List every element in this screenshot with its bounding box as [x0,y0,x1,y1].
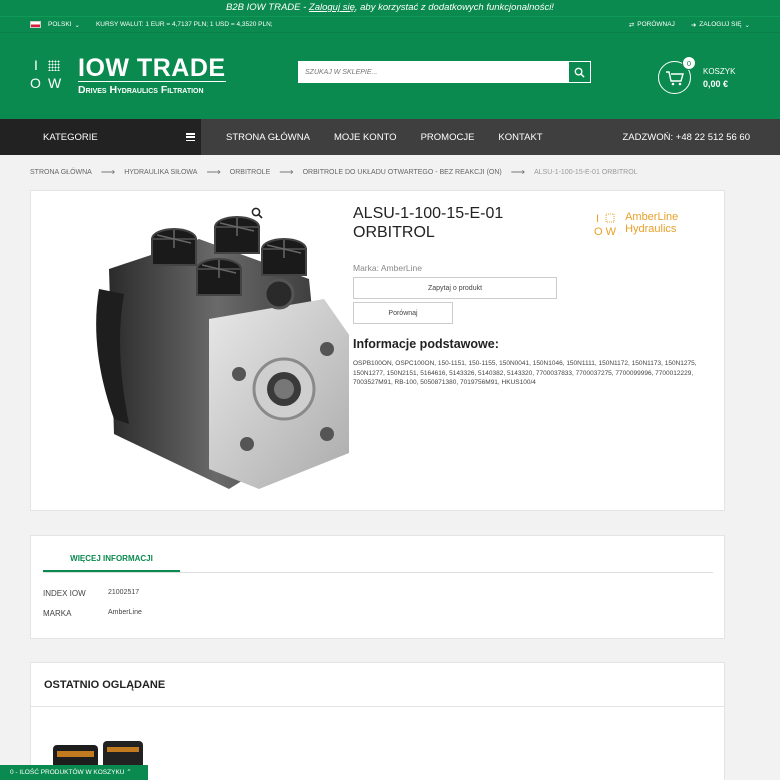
info-row-label: MARKA [43,609,72,618]
top-banner: B2B IOW TRADE - Zaloguj się, aby korzyst… [0,0,780,16]
categories-label: KATEGORIE [43,131,98,143]
exchange-rates: KURSY WALUT: 1 EUR = 4,7137 PLN; 1 USD =… [95,21,273,28]
info-row-index: INDEX IOW 21002517 [43,589,139,598]
search-bar [298,61,591,83]
cart-icon: 0 [658,56,696,94]
language-selector[interactable]: POLSKI ⌄ [30,21,80,29]
more-info-card: WIĘCEJ INFORMACJI INDEX IOW 21002517 MAR… [30,535,725,639]
site-logo[interactable]: I O W IOW TRADE Drives Hydraulics Filtra… [30,56,226,96]
svg-text:I: I [596,213,599,225]
compare-button[interactable]: Porównaj [353,302,453,324]
recently-viewed-heading: OSTATNIO OGLĄDANE [31,663,724,707]
info-heading: Informacje podstawowe: [353,337,499,351]
logo-tagline: Drives Hydraulics Filtration [78,81,226,96]
login-menu[interactable]: ➜ ZALOGUJ SIĘ ⌄ [691,21,750,29]
login-icon: ➜ [690,21,697,29]
svg-text:O W: O W [594,226,617,237]
info-row-brand: MARKA AmberLine [43,609,142,618]
search-input[interactable] [299,62,568,82]
logo-mark: I O W [30,57,62,91]
brand-line: Marka: AmberLine [353,263,422,273]
cart-summary-bar[interactable]: 0 - ILOŚĆ PRODUKTÓW W KOSZYKU ⌃ [0,765,148,780]
compare-link[interactable]: ⇄ PORÓWNAJ [629,21,675,29]
brand-logo-line2: Hydraulics [625,223,677,235]
login-label: ZALOGUJ SIĘ [699,21,742,28]
breadcrumb-current: ALSU-1-100-15-E-01 ORBITROL [534,169,638,176]
utility-bar: POLSKI ⌄ KURSY WALUT: 1 EUR = 4,7137 PLN… [0,16,780,33]
hamburger-icon [186,133,195,141]
arrow-right-icon: ⟶ [100,167,116,178]
brand-logo-line1: AmberLine [625,211,679,223]
cart-amount: 0,00 € [703,78,729,89]
chevron-down-icon: ⌄ [74,21,80,29]
breadcrumb-item[interactable]: HYDRAULIKA SIŁOWA [124,169,197,176]
arrow-right-icon: ⟶ [206,167,221,178]
breadcrumb-item[interactable]: ORBITROLE DO UKŁADU OTWARTEGO - BEZ REAK… [303,169,502,176]
phone-number: ZADZWOŃ: +48 22 512 56 60 [622,131,750,143]
search-button[interactable] [568,62,590,82]
chevron-up-icon: ⌃ [126,769,132,776]
compare-label: PORÓWNAJ [637,21,675,28]
poland-flag-icon [30,21,41,28]
product-title: ALSU-1-100-15-E-01 ORBITROL [353,205,504,241]
arrow-right-icon: ⟶ [279,167,294,178]
info-row-value: 21002517 [108,589,140,596]
breadcrumb-item[interactable]: ORBITROLE [230,169,270,176]
cart-summary-text: 0 - ILOŚĆ PRODUKTÓW W KOSZYKU [10,769,125,776]
nav-item-home[interactable]: STRONA GŁÓWNA [226,132,310,143]
nav-item-account[interactable]: MOJE KONTO [334,132,397,143]
brand-logo-mark: I O W [594,213,617,238]
brand-logo[interactable]: I O W AmberLine Hydraulics [594,211,678,240]
brand-label: Marka: [353,263,379,273]
info-row-value: AmberLine [108,609,142,616]
logo-name: IOW TRADE [78,54,226,82]
breadcrumb: STRONA GŁÓWNA ⟶ HYDRAULIKA SIŁOWA ⟶ ORBI… [30,167,638,178]
brand-value[interactable]: AmberLine [381,263,422,273]
ask-product-button[interactable]: Zapytaj o produkt [353,277,557,299]
product-card: ALSU-1-100-15-E-01 ORBITROL I O W AmberL… [30,190,725,511]
info-text: OSPB100ON, OSPC100ON, 150-1151, 150-1155… [353,360,697,386]
cart-label: KOSZYK [703,66,736,76]
info-row-label: INDEX IOW [43,589,86,598]
banner-prefix: B2B IOW TRADE - [226,2,309,13]
recently-viewed: OSTATNIO OGLĄDANE [30,662,725,780]
language-label: POLSKI [48,21,72,28]
chevron-down-icon: ⌄ [744,21,750,29]
tab-more-info[interactable]: WIĘCEJ INFORMACJI [43,554,180,572]
main-nav: KATEGORIE STRONA GŁÓWNA MOJE KONTO PROMO… [0,119,780,155]
search-icon [574,67,585,78]
login-link[interactable]: Zaloguj się [309,2,355,13]
banner-suffix: , aby korzystać z dodatkowych funkcjonal… [354,2,554,13]
categories-menu[interactable]: KATEGORIE [0,119,201,155]
breadcrumb-item[interactable]: STRONA GŁÓWNA [30,169,92,176]
nav-item-contact[interactable]: KONTAKT [498,132,542,143]
zoom-icon[interactable] [251,207,263,219]
arrow-right-icon: ⟶ [510,167,526,178]
nav-item-promotions[interactable]: PROMOCJE [421,132,475,143]
cart-widget[interactable]: 0 KOSZYK 0,00 € [658,56,736,94]
compare-icon: ⇄ [628,21,635,29]
product-image[interactable] [59,199,349,499]
cart-count-badge: 0 [682,56,696,70]
